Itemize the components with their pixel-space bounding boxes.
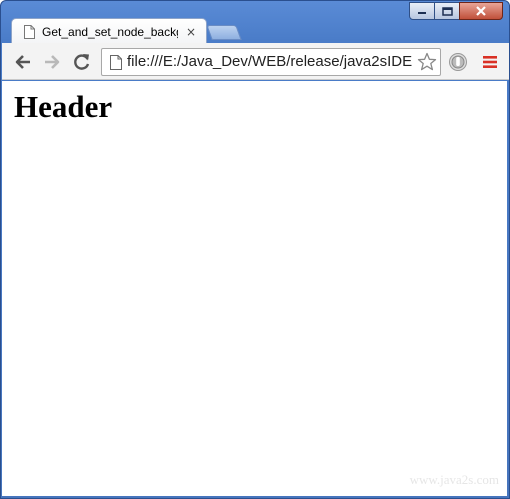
reload-icon[interactable] [72, 52, 92, 72]
maximize-icon [441, 6, 453, 16]
new-tab-button[interactable] [206, 25, 242, 40]
page-content: Header www.java2s.com [2, 81, 507, 496]
tab-close-icon[interactable]: × [186, 26, 196, 38]
extension-icon[interactable] [448, 52, 468, 72]
minimize-button[interactable] [409, 2, 435, 20]
tab-title: Get_and_set_node_backgr [42, 24, 178, 39]
minimize-icon [418, 12, 426, 14]
url-text[interactable]: file:///E:/Java_Dev/WEB/release/java2sID… [127, 49, 417, 75]
star-icon[interactable] [417, 52, 437, 72]
menu-icon[interactable] [481, 53, 499, 71]
close-window-button[interactable] [459, 2, 503, 20]
watermark: www.java2s.com [409, 472, 499, 487]
tab-active[interactable]: Get_and_set_node_backgr × [11, 18, 207, 44]
arrow-right-icon[interactable] [42, 52, 62, 72]
address-bar[interactable]: file:///E:/Java_Dev/WEB/release/java2sID… [101, 48, 441, 76]
window-controls [409, 2, 503, 20]
browser-window: Get_and_set_node_backgr × file:///E:/Jav… [0, 0, 510, 499]
page-icon [110, 55, 122, 70]
close-icon [476, 6, 486, 16]
browser-toolbar: file:///E:/Java_Dev/WEB/release/java2sID… [2, 43, 509, 80]
maximize-button[interactable] [434, 2, 460, 20]
page-header: Header [14, 89, 113, 124]
page-icon [24, 24, 35, 39]
title-bar[interactable]: Get_and_set_node_backgr × [1, 1, 509, 44]
arrow-left-icon[interactable] [13, 52, 33, 72]
